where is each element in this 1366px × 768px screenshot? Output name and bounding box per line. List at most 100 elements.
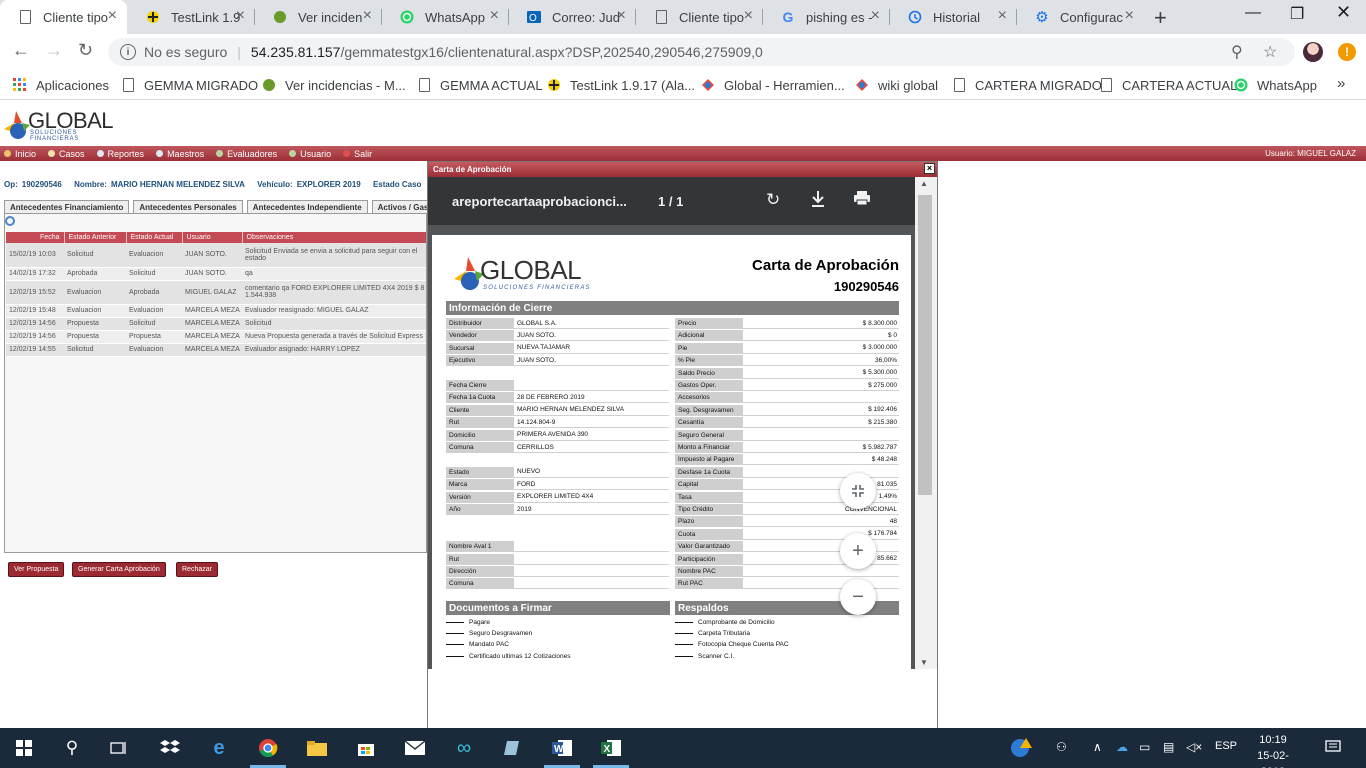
close-tab-icon[interactable]: × — [363, 8, 372, 24]
menu-salir[interactable]: Salir — [343, 149, 372, 159]
new-tab-button[interactable]: + — [1154, 5, 1167, 31]
bookmark-testlink[interactable]: TestLink 1.9.17 (Ala... — [546, 77, 695, 93]
file-explorer-icon[interactable] — [306, 737, 328, 759]
word-icon[interactable]: W — [551, 737, 573, 759]
profile-avatar[interactable] — [1303, 42, 1323, 62]
bookmark-global-herramientas[interactable]: Global - Herramien... — [700, 77, 845, 93]
table-row[interactable]: 12/02/19 15:52 Evaluacion Aprobada MIGUE… — [6, 280, 426, 305]
close-tab-icon[interactable]: × — [1125, 8, 1134, 24]
close-tab-icon[interactable]: × — [998, 8, 1007, 24]
zoom-in-button[interactable]: + — [840, 533, 876, 569]
scrollbar-thumb[interactable] — [918, 195, 932, 495]
close-tab-icon[interactable]: × — [744, 8, 753, 24]
fit-page-button[interactable] — [840, 473, 876, 509]
back-icon[interactable]: ← — [12, 40, 30, 61]
rechazar-button[interactable]: Rechazar — [176, 562, 218, 577]
arduino-icon[interactable]: ∞ — [453, 737, 475, 759]
forward-icon[interactable]: → — [45, 40, 63, 61]
more-bookmarks-icon[interactable]: » — [1337, 75, 1345, 92]
language-indicator[interactable]: ESP — [1215, 740, 1237, 752]
column-header[interactable]: Usuario — [182, 232, 243, 243]
bookmark-ver-incidencias[interactable]: Ver incidencias - M... — [261, 77, 406, 93]
menu-evaluadores[interactable]: Evaluadores — [216, 149, 277, 159]
close-tab-icon[interactable]: × — [236, 8, 245, 24]
notifications-icon[interactable] — [1325, 740, 1341, 757]
volume-muted-icon[interactable]: ◁× — [1186, 740, 1202, 754]
store-icon[interactable] — [355, 737, 377, 759]
column-header[interactable]: Estado Anterior — [64, 232, 127, 243]
close-tab-icon[interactable]: × — [617, 8, 626, 24]
menu-usuario[interactable]: Usuario — [289, 149, 331, 159]
menu-inicio[interactable]: Inicio — [4, 149, 36, 159]
scroll-down-icon[interactable]: ▼ — [920, 658, 928, 667]
battery-icon[interactable]: ▭ — [1139, 740, 1150, 754]
close-tab-icon[interactable]: × — [108, 8, 117, 24]
bookmark-cartera-actual[interactable]: CARTERA ACTUAL — [1098, 77, 1237, 93]
generar-carta-button[interactable]: Generar Carta Aprobación — [72, 562, 166, 577]
excel-icon[interactable]: X — [600, 737, 622, 759]
menu-reportes[interactable]: Reportes — [96, 149, 144, 159]
reload-icon[interactable]: ↻ — [78, 40, 93, 61]
browser-tab-pishing[interactable]: G pishing es - × — [763, 0, 890, 34]
windows-start-icon[interactable] — [13, 737, 35, 759]
browser-tab-cliente-tipo-2[interactable]: Cliente tipo × — [636, 0, 763, 34]
tab-antecedentes-financiamiento[interactable]: Antecedentes Financiamiento — [4, 200, 130, 213]
onedrive-icon[interactable]: ☁ — [1116, 740, 1128, 754]
column-header[interactable]: Observaciones — [242, 232, 426, 243]
table-row[interactable]: 12/02/19 15:48 Evaluacion Evaluacion MAR… — [6, 304, 426, 318]
info-icon[interactable]: i — [120, 44, 136, 60]
bookmark-whatsapp[interactable]: WhatsApp — [1233, 77, 1317, 93]
bookmark-cartera-migrado[interactable]: CARTERA MIGRADO — [951, 77, 1102, 93]
network-icon[interactable]: ▤ — [1163, 740, 1174, 754]
print-icon[interactable] — [853, 190, 871, 211]
column-header[interactable]: Estado Actual — [126, 232, 183, 243]
chrome-update-icon[interactable]: ! — [1338, 43, 1356, 61]
browser-tab-configuracion[interactable]: ⚙ Configurac × — [1017, 0, 1144, 34]
minimize-icon[interactable]: — — [1245, 4, 1261, 22]
menu-casos[interactable]: Casos — [48, 149, 85, 159]
close-tab-icon[interactable]: × — [490, 8, 499, 24]
table-row[interactable]: 12/02/19 14:56 Propuesta Solicitud MARCE… — [6, 317, 426, 331]
dropbox-icon[interactable] — [159, 737, 181, 759]
browser-tab-historial[interactable]: Historial × — [890, 0, 1017, 34]
star-icon[interactable]: ☆ — [1263, 42, 1277, 62]
chrome-icon[interactable] — [257, 737, 279, 759]
notes-app-icon[interactable] — [502, 737, 524, 759]
zoom-out-button[interactable]: − — [840, 579, 876, 615]
teamviewer-update-icon[interactable] — [1010, 736, 1034, 761]
bookmark-gemma-migrado[interactable]: GEMMA MIGRADO — [120, 77, 258, 93]
rotate-icon[interactable]: ↻ — [766, 190, 780, 210]
show-hidden-icons[interactable]: ∧ — [1093, 740, 1102, 754]
bookmark-gemma-actual[interactable]: GEMMA ACTUAL — [416, 77, 543, 93]
tab-antecedentes-personales[interactable]: Antecedentes Personales — [133, 200, 243, 213]
bookmark-wiki-global[interactable]: wiki global — [854, 77, 938, 93]
column-header[interactable]: Fecha — [6, 232, 65, 243]
address-bar[interactable]: i No es seguro | 54.235.81.157/gemmatest… — [108, 38, 1295, 66]
close-tab-icon[interactable]: × — [871, 8, 880, 24]
browser-tab-cliente-tipo[interactable]: Cliente tipo × — [0, 0, 127, 34]
modal-close-button[interactable]: × — [924, 163, 935, 174]
table-row[interactable]: 14/02/19 17:32 Aprobada Solicitud JUAN S… — [6, 267, 426, 281]
menu-maestros[interactable]: Maestros — [156, 149, 204, 159]
edge-icon[interactable]: e — [208, 737, 230, 759]
browser-tab-ver-incidencias[interactable]: Ver inciden × — [255, 0, 382, 34]
zoom-icon[interactable]: ⚲ — [1231, 42, 1243, 62]
browser-tab-testlink[interactable]: TestLink 1.9 × — [128, 0, 255, 34]
restore-icon[interactable]: ❐ — [1290, 4, 1304, 24]
ver-propuesta-button[interactable]: Ver Propuesta — [8, 562, 65, 577]
table-row[interactable]: 12/02/19 14:56 Propuesta Propuesta MARCE… — [6, 330, 426, 344]
table-row[interactable]: 15/02/19 10:03 Solicitud Evaluacion JUAN… — [6, 243, 426, 268]
system-clock[interactable]: 10:19 15-02-2019 — [1252, 732, 1294, 768]
mail-icon[interactable] — [404, 737, 426, 759]
refresh-icon[interactable] — [5, 216, 15, 226]
table-row[interactable]: 12/02/19 14:55 Solicitud Evaluacion MARC… — [6, 343, 426, 357]
bookmark-aplicaciones[interactable]: Aplicaciones — [12, 77, 109, 93]
download-icon[interactable] — [810, 190, 826, 213]
task-view-icon[interactable] — [108, 737, 130, 759]
search-icon[interactable]: ⚲ — [61, 737, 83, 759]
viewer-scrollbar[interactable]: ▲ ▼ — [915, 177, 937, 669]
browser-tab-whatsapp[interactable]: WhatsApp × — [382, 0, 509, 34]
window-close-icon[interactable]: ✕ — [1336, 2, 1351, 23]
browser-tab-correo[interactable]: O Correo: Jud × — [509, 0, 636, 34]
people-icon[interactable]: ⚇ — [1056, 740, 1067, 754]
